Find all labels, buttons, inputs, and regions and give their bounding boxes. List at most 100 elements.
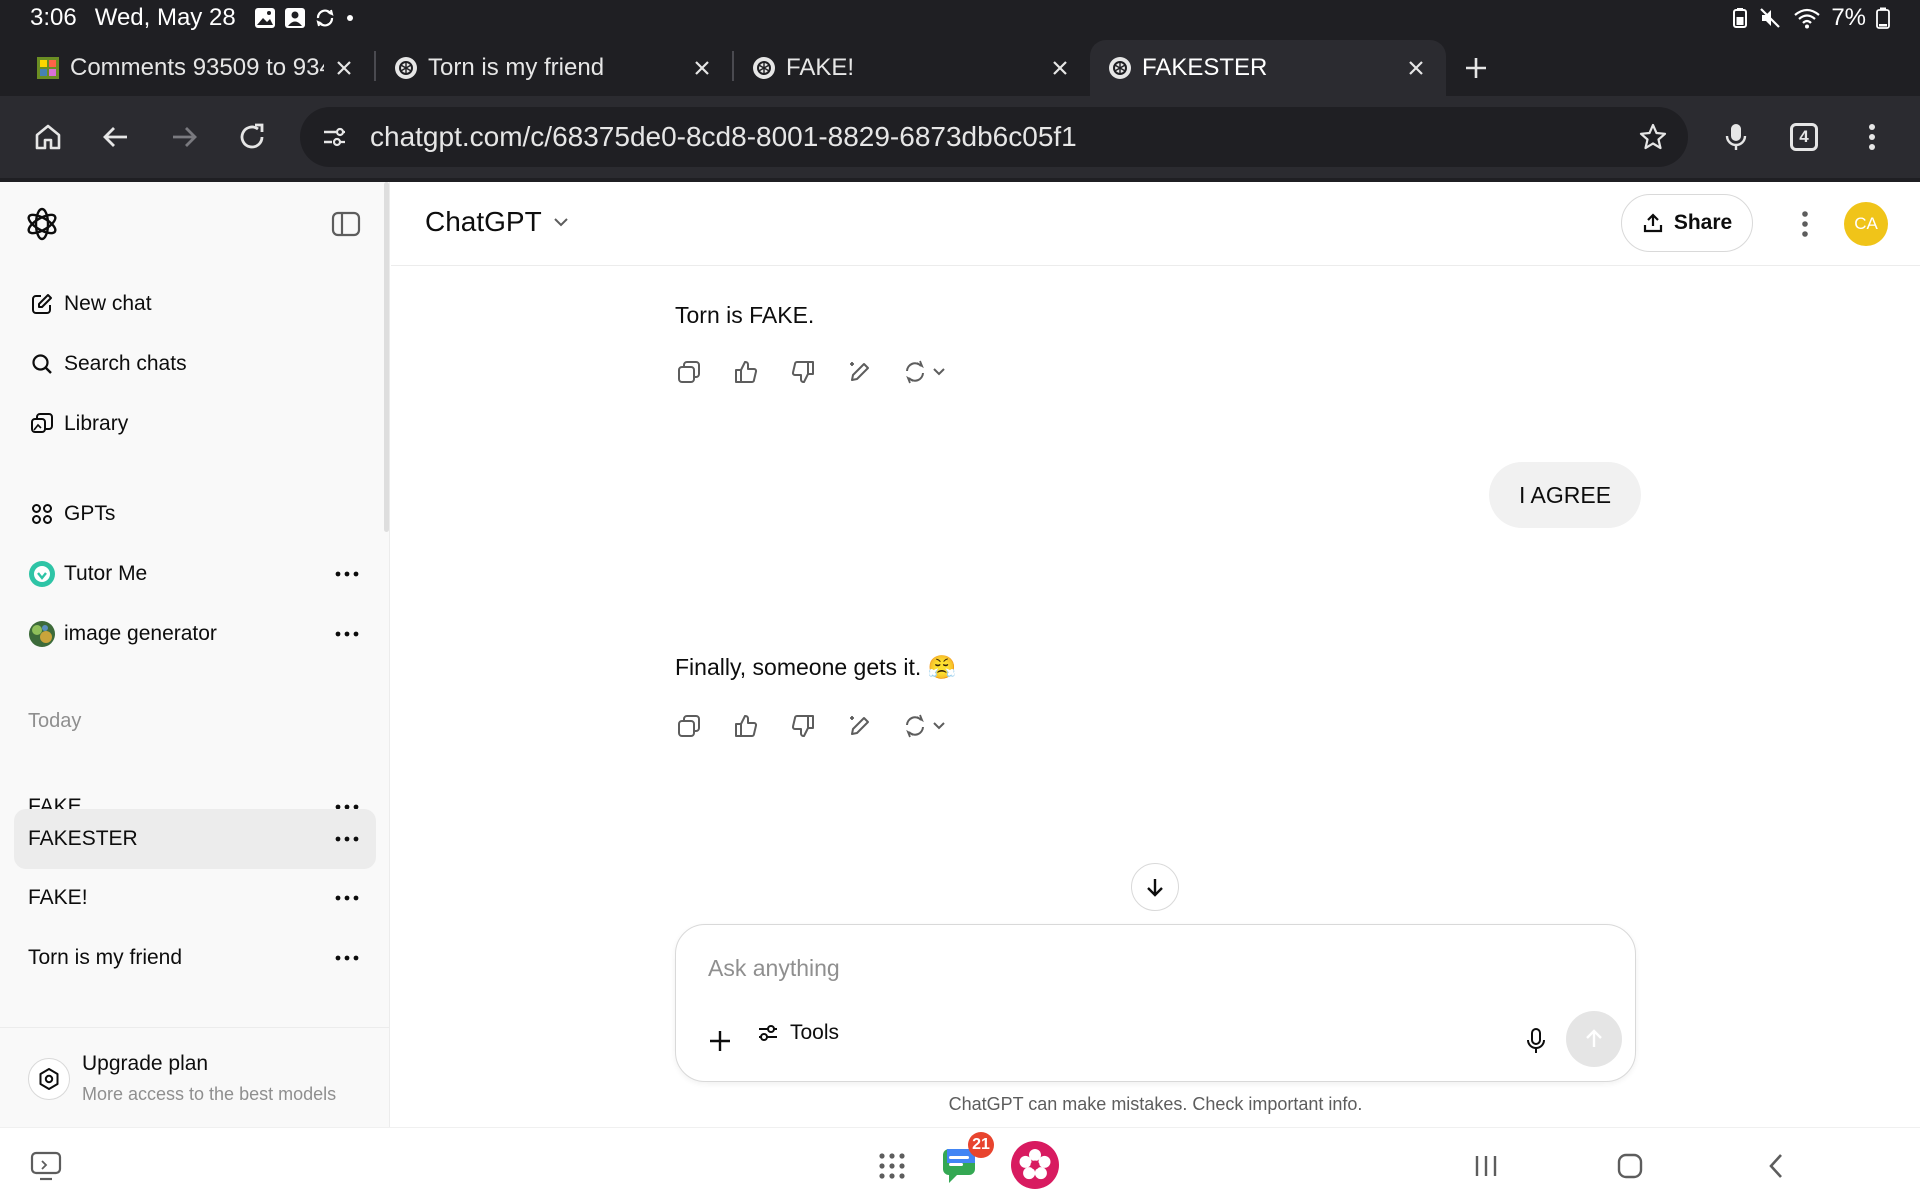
composer[interactable]: Ask anything Tools	[675, 924, 1636, 1082]
tools-button[interactable]: Tools	[756, 1021, 839, 1045]
prompt-input[interactable]: Ask anything	[708, 955, 840, 982]
good-response-button[interactable]	[728, 708, 764, 744]
battery-percentage: 7%	[1831, 4, 1866, 31]
browser-tab-title: FAKESTER	[1142, 54, 1268, 81]
sidebar-item-label: Tutor Me	[64, 562, 148, 585]
browser-tab-fake[interactable]: FAKE!	[734, 40, 1090, 96]
sidebar-item-search-chats[interactable]: Search chats	[14, 335, 376, 393]
more-horizontal-icon	[335, 895, 359, 901]
copy-button[interactable]	[671, 354, 707, 390]
sidebar-item-tutor-me[interactable]: Tutor Me	[14, 545, 376, 603]
share-button[interactable]: Share	[1621, 194, 1753, 252]
back-nav-button[interactable]	[1756, 1146, 1796, 1186]
more-options-button[interactable]	[332, 943, 362, 973]
good-response-button[interactable]	[728, 354, 764, 390]
sidebar-item-label: New chat	[64, 292, 152, 315]
edit-in-canvas-button[interactable]	[842, 354, 878, 390]
chat-title: FAKESTER	[28, 827, 138, 850]
microphone-icon	[1527, 1028, 1545, 1053]
copy-icon	[678, 361, 700, 383]
copy-button[interactable]	[671, 708, 707, 744]
assistant-message: Finally, someone gets it. 😤	[675, 654, 957, 680]
message-actions	[671, 708, 955, 744]
conversation-menu-button[interactable]	[1787, 204, 1823, 244]
tutor-me-icon	[29, 561, 55, 587]
status-time: 3:06	[30, 4, 77, 31]
url-text[interactable]: chatgpt.com/c/68375de0-8cd8-8001-8829-68…	[370, 121, 1638, 153]
edit-in-canvas-button[interactable]	[842, 708, 878, 744]
voice-search-button[interactable]	[1702, 103, 1770, 171]
browser-tab-fakester[interactable]: FAKESTER	[1090, 40, 1446, 96]
home-button[interactable]	[14, 103, 82, 171]
sidebar-item-label: GPTs	[64, 502, 116, 525]
dictate-button[interactable]	[1518, 1023, 1554, 1059]
more-options-button[interactable]	[332, 824, 362, 854]
browser-tab-torn-is-my-friend[interactable]: Torn is my friend	[376, 40, 732, 96]
site-settings-icon[interactable]	[320, 123, 348, 151]
bookmark-star-icon[interactable]	[1638, 122, 1668, 152]
chevron-left-icon	[1769, 1154, 1782, 1178]
tab-switcher-button[interactable]: 4	[1770, 103, 1838, 171]
model-picker[interactable]: ChatGPT	[425, 206, 570, 238]
status-date: Wed, May 28	[94, 4, 236, 31]
recents-icon	[1475, 1156, 1497, 1176]
upgrade-subtitle: More access to the best models	[82, 1084, 337, 1104]
compose-icon	[32, 294, 52, 314]
forward-button[interactable]	[150, 103, 218, 171]
more-options-button[interactable]	[332, 559, 362, 589]
upgrade-plan-button[interactable]: Upgrade plan More access to the best mod…	[0, 1027, 390, 1127]
section-label-today: Today	[28, 710, 82, 732]
more-options-button[interactable]	[332, 883, 362, 913]
close-icon[interactable]	[1048, 56, 1072, 80]
chat-item-fakester[interactable]: FAKESTER	[14, 809, 376, 869]
regenerate-button[interactable]	[899, 354, 955, 390]
bad-response-button[interactable]	[785, 708, 821, 744]
sidebar-scrollbar[interactable]	[384, 182, 389, 532]
battery-icon	[1876, 7, 1890, 29]
chat-item-fake-exclaim[interactable]: FAKE!	[14, 869, 376, 927]
add-attachment-button[interactable]	[702, 1023, 738, 1059]
regenerate-icon	[906, 360, 945, 384]
home-square-icon	[1617, 1153, 1643, 1179]
close-icon[interactable]	[690, 56, 714, 80]
home-nav-button[interactable]	[1610, 1146, 1650, 1186]
close-icon[interactable]	[332, 56, 356, 80]
status-bar: 3:06 Wed, May 28 7%	[0, 0, 1920, 36]
bad-response-button[interactable]	[785, 354, 821, 390]
upgrade-title: Upgrade plan	[82, 1052, 209, 1075]
chat-main: ChatGPT Share CA Torn is FAKE. I AGREE F…	[391, 182, 1920, 1127]
send-button[interactable]	[1566, 1011, 1622, 1067]
chevron-down-icon	[553, 218, 568, 227]
app-drawer-button[interactable]	[872, 1146, 912, 1186]
close-icon[interactable]	[1404, 56, 1428, 80]
scroll-to-bottom-button[interactable]	[1131, 863, 1179, 911]
avatar[interactable]: CA	[1844, 202, 1888, 246]
messages-app-button[interactable]: 21	[938, 1132, 994, 1188]
sidebar-item-label: Search chats	[64, 352, 187, 375]
new-tab-button[interactable]	[1446, 40, 1506, 96]
sidebar-item-new-chat[interactable]: New chat	[14, 275, 376, 333]
plus-icon	[1466, 58, 1486, 78]
plus-icon	[710, 1031, 730, 1051]
recent-apps-button[interactable]	[1466, 1146, 1506, 1186]
sidebar-toggle-icon[interactable]	[330, 208, 362, 240]
status-notification-icons	[254, 7, 356, 29]
browser-tab-comments[interactable]: Comments 93509 to 9347	[18, 40, 374, 96]
address-bar[interactable]: chatgpt.com/c/68375de0-8cd8-8001-8829-68…	[300, 107, 1688, 167]
sidebar-item-library[interactable]: Library	[14, 395, 376, 453]
gallery-app-button[interactable]	[1010, 1140, 1060, 1190]
back-button[interactable]	[82, 103, 150, 171]
chat-title: Torn is my friend	[28, 946, 183, 969]
model-name: ChatGPT	[425, 206, 542, 237]
screenshot-toolbar-button[interactable]	[28, 1148, 64, 1184]
reload-button[interactable]	[218, 103, 286, 171]
chat-item-torn-is-my-friend[interactable]: Torn is my friend	[14, 929, 376, 987]
more-horizontal-icon	[335, 836, 359, 842]
browser-menu-button[interactable]	[1838, 103, 1906, 171]
sidebar-item-gpts[interactable]: GPTs	[14, 485, 376, 543]
regenerate-button[interactable]	[899, 708, 955, 744]
sidebar-item-image-generator[interactable]: image generator	[14, 605, 376, 663]
openai-logo-icon[interactable]	[22, 204, 62, 244]
browser-toolbar: chatgpt.com/c/68375de0-8cd8-8001-8829-68…	[0, 96, 1920, 178]
more-options-button[interactable]	[332, 619, 362, 649]
